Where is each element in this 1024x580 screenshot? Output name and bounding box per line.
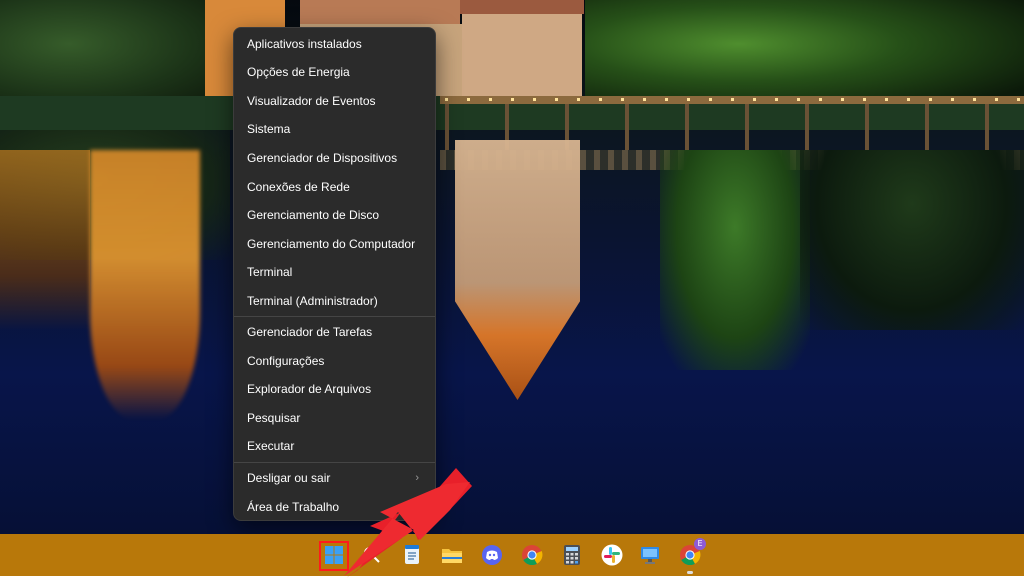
wallpaper-trees-right (585, 0, 1024, 110)
menu-item-file-explorer[interactable]: Explorador de Arquivos (238, 376, 431, 402)
menu-item-disk-management[interactable]: Gerenciamento de Disco (238, 202, 431, 228)
wallpaper-tower-roof (460, 0, 584, 14)
wallpaper-reflection-tower (455, 140, 580, 400)
menu-item-computer-management[interactable]: Gerenciamento do Computador (238, 231, 431, 257)
remote-desktop-button[interactable] (632, 537, 668, 573)
calculator-icon (564, 545, 580, 565)
menu-item-device-manager[interactable]: Gerenciador de Dispositivos (238, 145, 431, 171)
annotation-arrow-icon (344, 468, 472, 578)
wallpaper-reflection-castle (90, 150, 200, 420)
taskbar: E (0, 534, 1024, 576)
menu-item-run[interactable]: Executar (238, 433, 431, 459)
chrome-icon (522, 545, 543, 566)
calculator-button[interactable] (554, 537, 590, 573)
wallpaper-trees-left (0, 0, 230, 110)
chrome-button[interactable] (514, 537, 550, 573)
quick-link-menu: Aplicativos instalados Opções de Energia… (233, 27, 436, 521)
wallpaper-reflection-wall (0, 150, 90, 330)
menu-item-network-connections[interactable]: Conexões de Rede (238, 174, 431, 200)
wallpaper-reflection-trees-right (660, 150, 810, 370)
menu-item-search[interactable]: Pesquisar (238, 405, 431, 431)
menu-item-event-viewer[interactable]: Visualizador de Eventos (238, 88, 431, 114)
menu-item-terminal-admin[interactable]: Terminal (Administrador) (238, 288, 431, 314)
monitor-icon (641, 547, 659, 564)
menu-item-task-manager[interactable]: Gerenciador de Tarefas (238, 319, 431, 345)
menu-item-system[interactable]: Sistema (238, 116, 431, 142)
menu-separator (234, 316, 435, 317)
menu-item-settings[interactable]: Configurações (238, 348, 431, 374)
slack-icon (601, 544, 623, 566)
slack-button[interactable] (594, 537, 630, 573)
desktop-wallpaper (0, 0, 1024, 534)
wallpaper-castle-tower (462, 0, 582, 98)
wallpaper-reflection-trees-far (800, 150, 1024, 330)
menu-item-power-options[interactable]: Opções de Energia (238, 59, 431, 85)
profile-badge: E (694, 538, 706, 550)
menu-item-terminal[interactable]: Terminal (238, 259, 431, 285)
chrome-profile-button[interactable]: E (672, 537, 708, 574)
wallpaper-bridge-lights (445, 98, 1020, 101)
menu-item-installed-apps[interactable]: Aplicativos instalados (238, 31, 431, 57)
menu-item-shutdown-label: Desligar ou sair (247, 471, 331, 485)
running-indicator (687, 571, 693, 574)
discord-icon (482, 545, 502, 565)
